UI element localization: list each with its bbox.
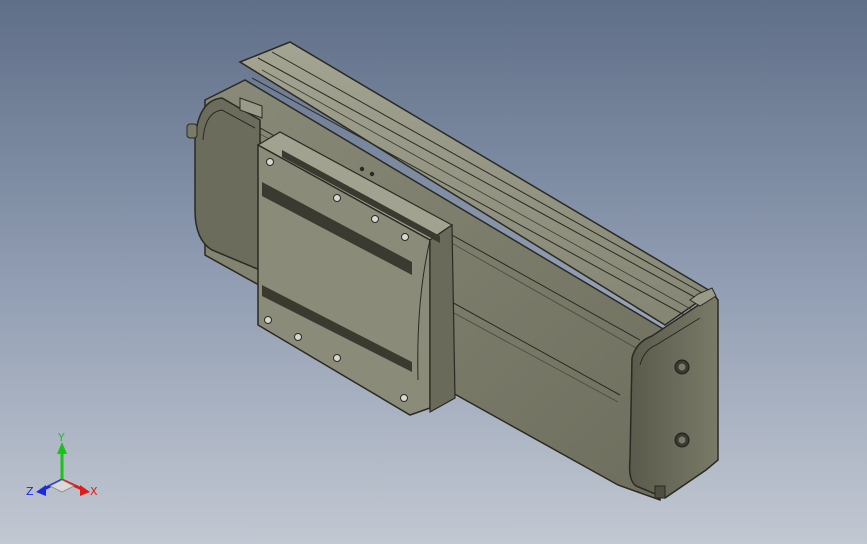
x-axis-arrow-icon [80,485,90,496]
axis-triad-graphic [36,442,90,496]
linear-actuator-model[interactable] [0,0,867,544]
graphics-viewport[interactable]: Y X Z [0,0,867,544]
x-axis-label: X [90,485,98,498]
motor-end-cap [186,97,263,272]
z-axis-arrow-icon [36,485,46,496]
y-axis-label: Y [58,431,65,444]
axis-triad: Y X Z [22,428,112,508]
triad-base-icon [49,479,75,493]
z-axis-label: Z [26,485,34,498]
